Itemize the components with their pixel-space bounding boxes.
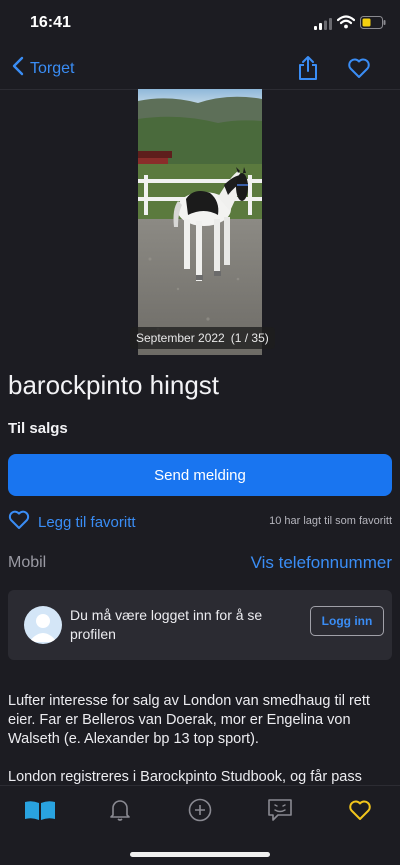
login-card: Du må være logget inn for å se profilen … bbox=[8, 590, 392, 660]
phone-label: Mobil bbox=[8, 554, 47, 571]
photo-date: September 2022 bbox=[136, 331, 225, 345]
back-label: Torget bbox=[30, 59, 75, 77]
photo-caption: September 2022 (1 / 35) bbox=[130, 327, 275, 349]
login-button[interactable]: Logg inn bbox=[310, 606, 384, 636]
show-phone-link[interactable]: Vis telefonnummer bbox=[251, 553, 392, 573]
listing-status: Til salgs bbox=[8, 420, 68, 437]
tab-marketplace[interactable] bbox=[20, 798, 60, 826]
tab-favorites[interactable] bbox=[340, 798, 380, 826]
favorite-heart-icon[interactable] bbox=[347, 57, 371, 84]
status-bar: 16:41 bbox=[0, 0, 400, 46]
book-open-icon bbox=[23, 799, 57, 826]
avatar-placeholder-icon bbox=[24, 606, 62, 644]
signal-icon bbox=[314, 17, 332, 35]
plus-circle-icon bbox=[188, 798, 212, 827]
add-favorite-button[interactable]: Legg til favoritt bbox=[8, 510, 136, 534]
chat-icon bbox=[267, 798, 293, 827]
add-favorite-label: Legg til favoritt bbox=[38, 513, 136, 531]
phone-row: Mobil Vis telefonnummer bbox=[8, 552, 392, 576]
tab-messages[interactable] bbox=[260, 798, 300, 826]
back-button[interactable]: Torget bbox=[12, 56, 74, 81]
listing-title: barockpinto hingst bbox=[8, 370, 220, 400]
tab-new-ad[interactable] bbox=[180, 798, 220, 826]
login-message: Du må være logget inn for å se profilen bbox=[70, 607, 263, 642]
bell-icon bbox=[109, 798, 131, 827]
home-indicator[interactable] bbox=[130, 852, 270, 857]
chevron-left-icon bbox=[12, 56, 24, 81]
battery-icon bbox=[360, 16, 386, 34]
favorite-row: Legg til favoritt 10 har lagt til som fa… bbox=[8, 508, 392, 536]
nav-bar: Torget bbox=[0, 46, 400, 90]
screen: 16:41 Torget September 2022 (1 / 35) bar… bbox=[0, 0, 400, 865]
heart-icon bbox=[348, 799, 372, 826]
wifi-icon bbox=[336, 15, 356, 34]
photo-counter: (1 / 35) bbox=[230, 331, 269, 345]
heart-outline-icon bbox=[8, 510, 30, 534]
listing-photo[interactable] bbox=[138, 89, 262, 355]
favorite-count: 10 har lagt til som favoritt bbox=[269, 515, 392, 527]
description-paragraph: Lufter interesse for salg av London van … bbox=[8, 693, 370, 747]
status-time: 16:41 bbox=[30, 14, 71, 31]
tab-notifications[interactable] bbox=[100, 798, 140, 826]
send-message-button[interactable]: Send melding bbox=[8, 454, 392, 496]
share-icon[interactable] bbox=[297, 55, 319, 86]
